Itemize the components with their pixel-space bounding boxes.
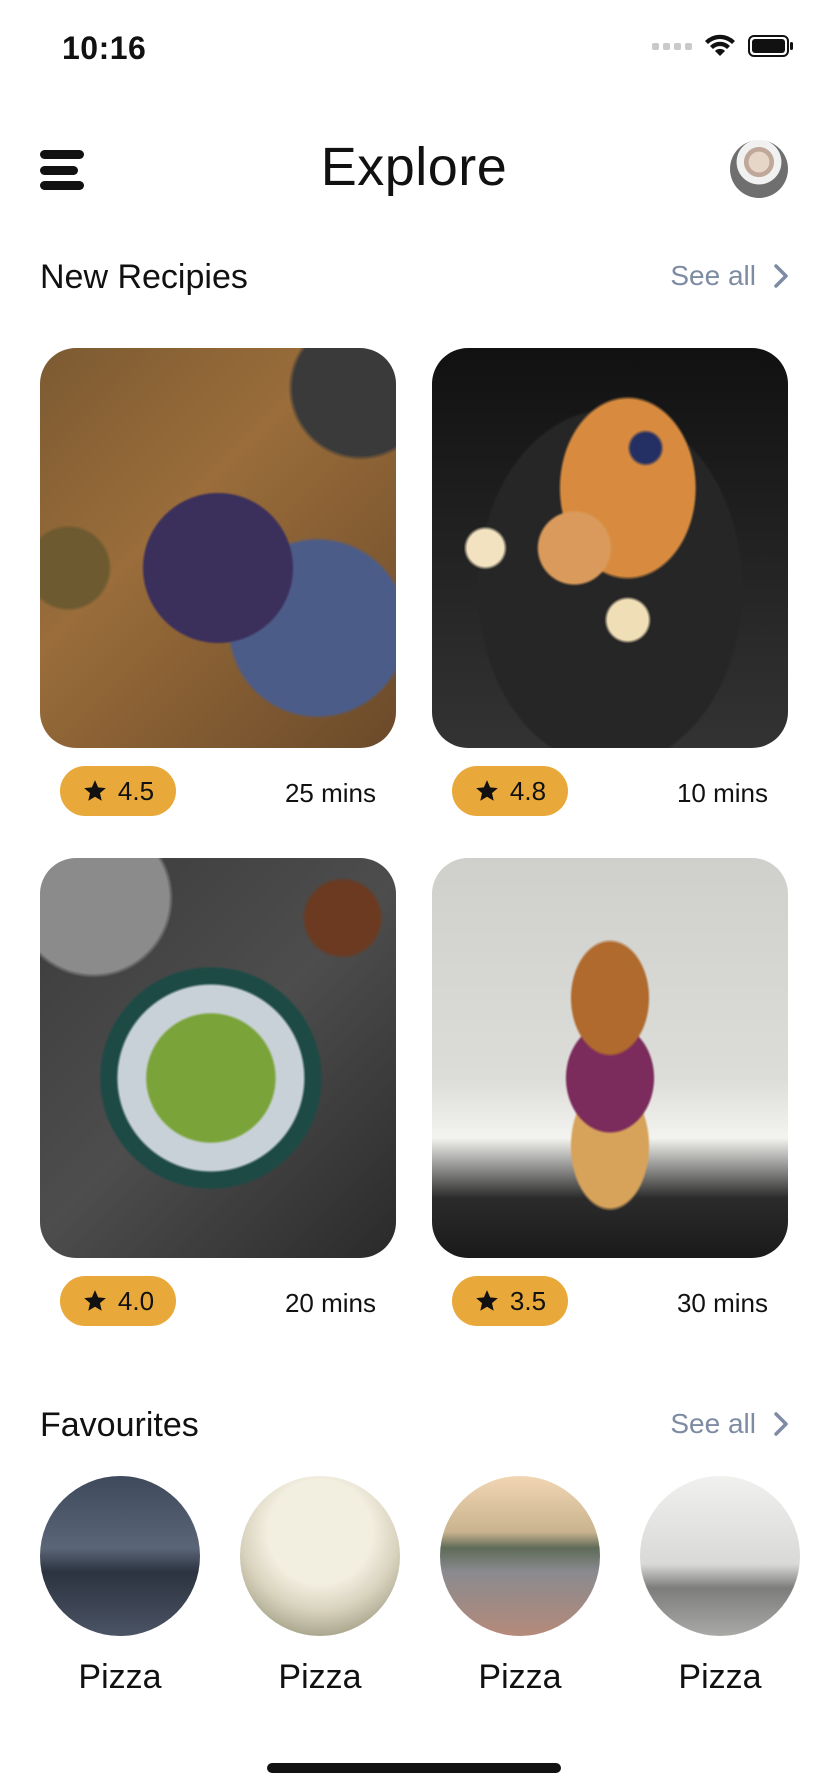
page-title: Explore	[320, 137, 508, 197]
favourite-image[interactable]	[640, 1476, 800, 1636]
recipe-card[interactable]: 4.8 10 mins	[432, 348, 788, 836]
recipe-image[interactable]	[40, 858, 396, 1258]
status-bar: 10:16	[0, 0, 828, 100]
rating-value: 4.0	[117, 1285, 155, 1316]
recipe-image[interactable]	[432, 858, 788, 1258]
recipe-image[interactable]	[432, 348, 788, 748]
star-icon	[84, 1290, 106, 1311]
favourites-header: Favourites See all	[40, 1398, 788, 1448]
duration: 25 mins	[284, 778, 376, 808]
new-recipes-header: New Recipies See all	[40, 250, 788, 300]
wifi-icon	[704, 34, 736, 58]
status-time: 10:16	[62, 30, 147, 66]
favourites-list[interactable]: Pizza Pizza Pizza Pizza	[40, 1476, 828, 1706]
favourite-label: Pizza	[78, 1658, 162, 1696]
favourite-item[interactable]: Pizza	[640, 1476, 800, 1697]
rating-badge: 4.5	[60, 766, 176, 816]
duration: 30 mins	[676, 1288, 768, 1318]
duration: 10 mins	[676, 778, 768, 808]
recipe-meta: 4.0 20 mins	[40, 1276, 396, 1346]
chevron-right-icon	[774, 1412, 788, 1436]
rating-badge: 4.0	[60, 1276, 176, 1326]
see-all-recipes-link[interactable]: See all	[670, 260, 788, 292]
section-title: New Recipies	[40, 258, 248, 296]
favourite-item[interactable]: Pizza	[440, 1476, 600, 1697]
recipe-card[interactable]: 4.0 20 mins	[40, 858, 396, 1346]
home-indicator[interactable]	[267, 1763, 561, 1773]
favourite-item[interactable]: Pizza	[240, 1476, 400, 1697]
rating-value: 3.5	[509, 1285, 547, 1316]
header: Explore	[0, 130, 828, 210]
avatar[interactable]	[730, 140, 788, 198]
favourite-label: Pizza	[278, 1658, 362, 1696]
signal-icon	[652, 42, 692, 50]
recipe-card[interactable]: 4.5 25 mins	[40, 348, 396, 836]
rating-badge: 4.8	[452, 766, 568, 816]
recipe-meta: 4.5 25 mins	[40, 766, 396, 836]
rating-value: 4.5	[117, 775, 155, 806]
favourite-image[interactable]	[240, 1476, 400, 1636]
see-all-favourites-link[interactable]: See all	[670, 1408, 788, 1440]
recipe-image[interactable]	[40, 348, 396, 748]
favourite-label: Pizza	[678, 1658, 762, 1696]
star-icon	[476, 780, 498, 801]
favourite-label: Pizza	[478, 1658, 562, 1696]
recipe-card[interactable]: 3.5 30 mins	[432, 858, 788, 1346]
star-icon	[84, 780, 106, 801]
section-title: Favourites	[40, 1406, 199, 1444]
see-all-label: See all	[670, 1408, 756, 1439]
chevron-right-icon	[774, 264, 788, 288]
see-all-label: See all	[670, 260, 756, 291]
battery-icon	[748, 34, 794, 58]
duration: 20 mins	[284, 1288, 376, 1318]
status-icons	[652, 34, 794, 58]
rating-value: 4.8	[509, 775, 547, 806]
recipe-meta: 4.8 10 mins	[432, 766, 788, 836]
favourite-item[interactable]: Pizza	[40, 1476, 200, 1697]
rating-badge: 3.5	[452, 1276, 568, 1326]
favourite-image[interactable]	[440, 1476, 600, 1636]
recipe-meta: 3.5 30 mins	[432, 1276, 788, 1346]
favourite-image[interactable]	[40, 1476, 200, 1636]
star-icon	[476, 1290, 498, 1311]
